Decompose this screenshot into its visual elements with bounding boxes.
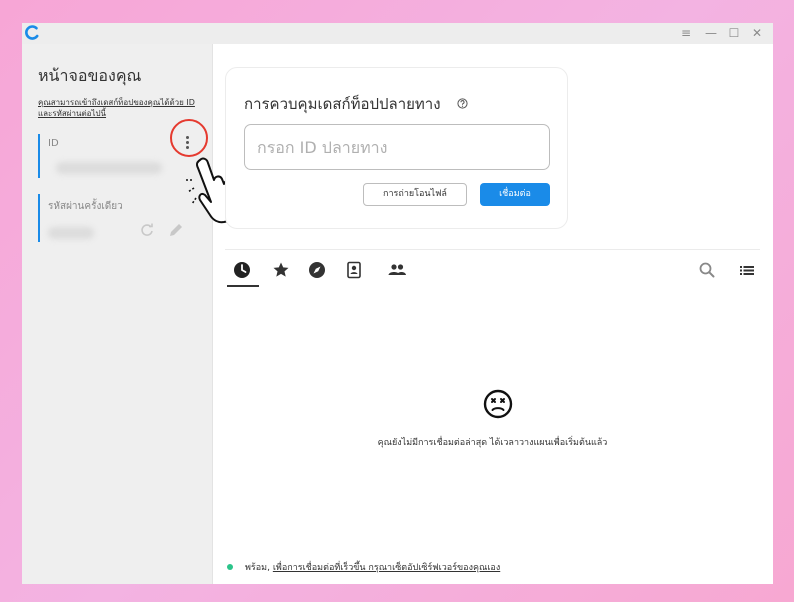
active-tab-indicator (227, 285, 259, 287)
search-icon[interactable] (698, 261, 716, 279)
remote-id-input[interactable] (244, 124, 550, 170)
id-value[interactable] (56, 162, 162, 174)
sidebar-divider (212, 44, 213, 584)
help-icon[interactable] (457, 98, 468, 109)
app-window: ≡ — ☐ ✕ หน้าจอของคุณ คุณสามารถเข้าถึงเดส… (22, 23, 773, 584)
list-view-icon[interactable] (738, 261, 756, 279)
status-bar: พร้อม, เพื่อการเชื่อมต่อที่เร็วขึ้น กรุณ… (213, 546, 773, 584)
file-transfer-button[interactable]: การถ่ายโอนไฟล์ (363, 183, 467, 206)
highlight-circle (170, 119, 208, 157)
status-text: พร้อม, เพื่อการเชื่อมต่อที่เร็วขึ้น กรุณ… (245, 560, 500, 574)
edit-pencil-icon[interactable] (168, 222, 184, 238)
close-button[interactable]: ✕ (748, 24, 766, 42)
title-bar: ≡ — ☐ ✕ (22, 23, 773, 44)
refresh-icon[interactable] (140, 223, 154, 237)
menu-icon[interactable]: ≡ (677, 24, 695, 42)
id-label: ID (48, 138, 59, 149)
status-ready-label: พร้อม, (245, 563, 270, 573)
sidebar-description: คุณสามารถเข้าถึงเดสก์ท็อปของคุณได้ด้วย I… (38, 98, 195, 118)
app-logo-icon (25, 25, 39, 40)
sad-face-icon (483, 389, 513, 419)
maximize-button[interactable]: ☐ (725, 24, 743, 42)
connect-button[interactable]: เชื่อมต่อ (480, 183, 550, 206)
favorites-tab-star-icon[interactable] (272, 261, 290, 279)
setup-server-link[interactable]: เพื่อการเชื่อมต่อที่เร็วขึ้น กรุณาเซ็ตอั… (273, 563, 500, 573)
group-tab-people-icon[interactable] (386, 261, 408, 279)
remote-control-card: การควบคุมเดสก์ท็อปปลายทาง การถ่ายโอนไฟล์… (225, 67, 568, 229)
minimize-button[interactable]: — (702, 24, 720, 42)
password-value[interactable] (48, 227, 94, 239)
status-indicator-dot (227, 564, 233, 570)
password-label: รหัสผ่านครั้งเดียว (48, 201, 123, 212)
remote-control-title: การควบคุมเดสก์ท็อปปลายทาง (244, 95, 441, 113)
discovered-tab-compass-icon[interactable] (308, 261, 326, 279)
section-divider (225, 249, 760, 250)
recent-sessions-tab-clock-icon[interactable] (233, 261, 251, 279)
id-card-accent (38, 134, 40, 178)
password-card-accent (38, 194, 40, 242)
address-book-tab-icon[interactable] (345, 261, 363, 279)
empty-state-message: คุณยังไม่มีการเชื่อมต่อล่าสุด ได้เวลาวาง… (377, 438, 608, 448)
sidebar-title: หน้าจอของคุณ (38, 66, 142, 85)
